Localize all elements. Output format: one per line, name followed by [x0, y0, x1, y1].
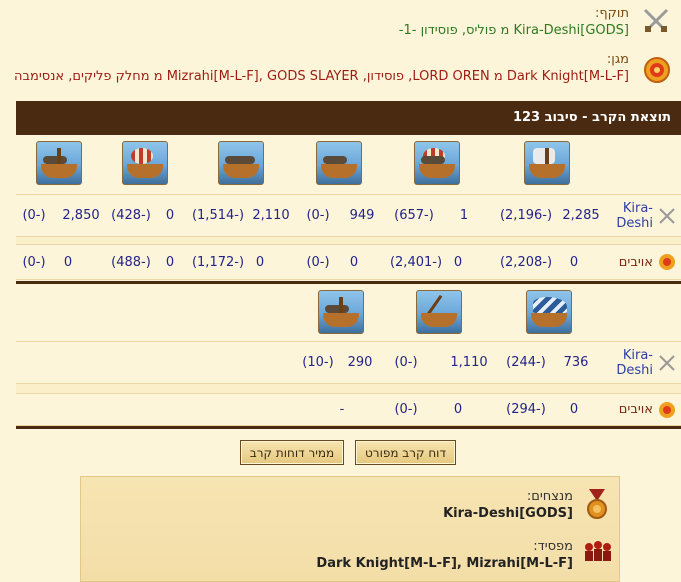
table-separator-2 [16, 426, 681, 429]
unit-loss: - [339, 402, 345, 417]
winners-block: מנצחים: Kira-Deshi[GODS] [443, 489, 573, 521]
row-label-attacker: Kira-Deshi [607, 195, 681, 236]
unit-count: 0 [349, 254, 359, 270]
winners-label: מנצחים: [526, 489, 573, 504]
attacker-units-row: Kira-Deshi 2,285 (2,196-) 1 (657-) 949 (… [16, 195, 681, 237]
unit-count: 0 [453, 254, 463, 270]
row-label-enemies-2: אויבים [607, 394, 681, 425]
unit-loss: (428-) [111, 208, 151, 223]
battle-summary: מנצחים: Kira-Deshi[GODS] מפסיד: Dark Kni… [80, 476, 620, 582]
attacker-name[interactable]: Kira-Deshi [613, 348, 653, 378]
unit-count: 2,285 [562, 208, 600, 223]
ship-icon-3 [316, 141, 362, 185]
unit-count: 0 [165, 208, 175, 223]
ship-icon-5 [122, 141, 168, 185]
row-label-attacker-2: Kira-Deshi [607, 342, 681, 383]
losers-label: מפסיד: [533, 539, 573, 554]
detailed-report-button[interactable]: דוח קרב מפורט [355, 440, 456, 465]
unit-loss: (1,514-) [191, 208, 245, 223]
battle-result-banner: תוצאת הקרב - סיבוב 123 [16, 101, 681, 135]
unit-loss: (0-) [22, 254, 46, 270]
unit-count: 0 [63, 254, 73, 270]
enemies-label: אויבים [618, 254, 653, 270]
unit-loss: (0-) [306, 208, 330, 223]
unit-loss: (0-) [306, 254, 330, 270]
row-spacer [16, 237, 681, 245]
unit-count: 0 [569, 402, 579, 417]
enemy-units-row: אויבים 0 (2,208-) 0 (2,401-) 0 (0-) 0 (1… [16, 245, 681, 280]
attacker-name[interactable]: Kira-Deshi [613, 201, 653, 231]
attacker-label: תוקף: [594, 6, 629, 21]
defender-label: מגן: [606, 52, 629, 67]
unit-loss: (657-) [394, 208, 434, 223]
enemy-units-row-2: אויבים 0 (294-) 0 (0-) - [16, 394, 681, 426]
ship-images-row [16, 135, 681, 195]
unit-loss: (0-) [394, 355, 418, 370]
ship-icon-8 [416, 290, 462, 334]
unit-count: 1,110 [450, 355, 488, 370]
unit-count: 949 [349, 208, 375, 223]
losers-value[interactable]: Dark Knight[M-L-F], Mizrahi[M-L-F] [316, 556, 573, 571]
unit-count: 0 [569, 254, 579, 270]
unit-count: 1 [459, 208, 469, 223]
crossed-swords-icon [657, 206, 677, 226]
battle-report-page: תוקף: Kira-Deshi[GODS] מ פוליס, פוסידון … [0, 0, 681, 582]
ship-icon-6 [36, 141, 82, 185]
ship-icon-7 [526, 290, 572, 334]
units-table-1: Kira-Deshi 2,285 (2,196-) 1 (657-) 949 (… [16, 135, 681, 280]
report-converter-button[interactable]: ממיר דוחות קרב [240, 440, 344, 465]
unit-count: 0 [453, 402, 463, 417]
units-table-2: Kira-Deshi 736 (244-) 1,110 (0-) 290 (10… [16, 284, 681, 426]
unit-loss: (488-) [111, 254, 151, 270]
medal-icon [583, 489, 611, 521]
unit-loss: (0-) [394, 402, 418, 417]
attacker-units-row-2: Kira-Deshi 736 (244-) 1,110 (0-) 290 (10… [16, 342, 681, 384]
winners-value[interactable]: Kira-Deshi[GODS] [443, 506, 573, 521]
ship-icon-2 [414, 141, 460, 185]
target-shield-icon [657, 400, 677, 420]
crossed-swords-icon [641, 6, 671, 36]
unit-count: 290 [347, 355, 373, 370]
unit-count: 736 [563, 355, 589, 370]
unit-loss: (2,208-) [499, 254, 553, 270]
row-label-enemies: אויבים [607, 245, 681, 279]
ship-icon-9 [318, 290, 364, 334]
ship-icon-4 [218, 141, 264, 185]
unit-loss: (0-) [22, 208, 46, 223]
unit-loss: (294-) [506, 402, 546, 417]
unit-count: 2,850 [62, 208, 100, 223]
target-shield-icon [657, 252, 677, 272]
enemies-label: אויבים [618, 402, 653, 417]
ship-images-row-2 [16, 284, 681, 342]
unit-loss: (244-) [506, 355, 546, 370]
unit-loss: (10-) [302, 355, 334, 370]
unit-count: 2,110 [252, 208, 290, 223]
unit-loss: (2,196-) [499, 208, 553, 223]
unit-count: 0 [165, 254, 175, 270]
defender-text[interactable]: Dark Knight[M-L-F] מ LORD OREN, פוסידון,… [14, 69, 629, 84]
target-shield-icon [641, 56, 671, 86]
crossed-swords-icon [657, 353, 677, 373]
defeated-soldiers-icon [583, 539, 611, 571]
unit-loss: (2,401-) [389, 254, 443, 270]
unit-loss: (1,172-) [191, 254, 245, 270]
row-spacer [16, 384, 681, 394]
unit-count: 0 [255, 254, 265, 270]
losers-block: מפסיד: Dark Knight[M-L-F], Mizrahi[M-L-F… [316, 539, 573, 571]
attacker-text[interactable]: Kira-Deshi[GODS] מ פוליס, פוסידון -1- [399, 23, 629, 38]
attacker-info: תוקף: Kira-Deshi[GODS] מ פוליס, פוסידון … [0, 6, 681, 50]
defender-info: מגן: Dark Knight[M-L-F] מ LORD OREN, פוס… [0, 52, 681, 98]
ship-icon-1 [524, 141, 570, 185]
